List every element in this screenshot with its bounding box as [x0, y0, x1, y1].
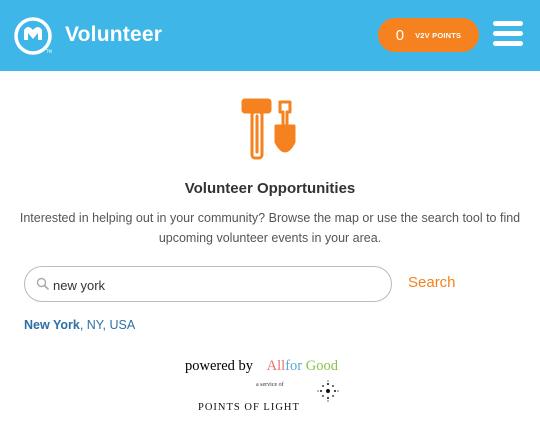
volunteer-logo-icon[interactable]: TM [13, 16, 53, 56]
app-header: TM Volunteer 0 V2V POINTS [0, 0, 540, 71]
intro-text: Interested in helping out in your commun… [19, 211, 521, 245]
service-of-text: a service of [256, 382, 284, 388]
search-icon [36, 277, 49, 290]
page-heading: Volunteer Opportunities [184, 180, 356, 197]
all-for-good-logo[interactable]: Allfor Good [267, 358, 338, 374]
result-city: New York [24, 318, 80, 332]
search-box[interactable] [24, 266, 392, 302]
points-label: V2V POINTS [415, 30, 462, 40]
points-button[interactable]: 0 V2V POINTS [378, 18, 479, 52]
points-count: 0 [395, 26, 405, 44]
search-result-link[interactable]: New York, NY, USA [24, 318, 135, 332]
search-input[interactable] [51, 271, 375, 299]
powered-by: powered by Allfor Good [185, 358, 338, 375]
svg-text:TM: TM [45, 49, 52, 54]
app-title: Volunteer [65, 23, 163, 46]
hamburger-menu-icon[interactable] [493, 21, 523, 47]
hammer-shovel-icon [240, 96, 300, 164]
result-rest: , NY, USA [79, 318, 136, 332]
search-button[interactable]: Search [408, 274, 456, 291]
powered-by-text: powered by [185, 358, 254, 374]
points-of-light-logo[interactable]: POINTS OF LIGHT [198, 402, 300, 413]
points-of-light-star-icon [317, 380, 339, 402]
